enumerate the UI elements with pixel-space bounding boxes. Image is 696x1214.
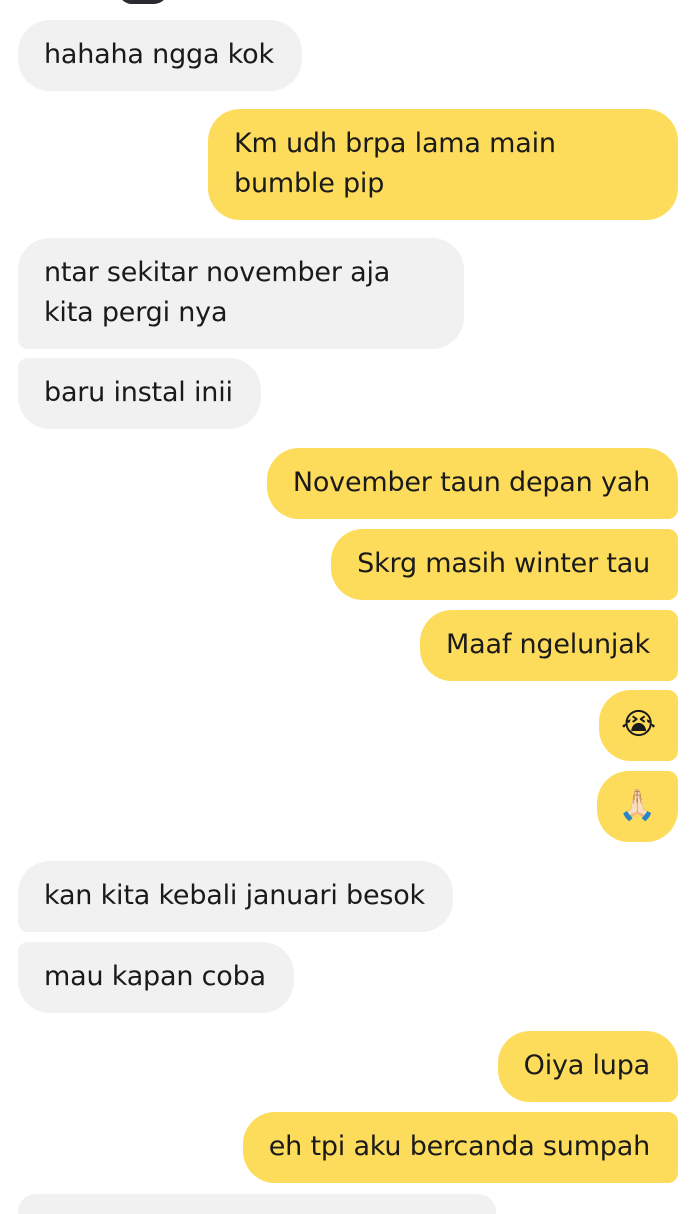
message-outgoing-emoji[interactable]: 😭: [599, 690, 678, 761]
message-incoming[interactable]: hahaha ngga kok: [18, 20, 302, 91]
message-outgoing[interactable]: November taun depan yah: [266, 448, 678, 519]
avatar[interactable]: [118, 0, 168, 4]
message-outgoing-emoji[interactable]: 🙏🏻: [596, 771, 678, 842]
message-incoming[interactable]: baru instal inii: [18, 358, 261, 429]
message-outgoing[interactable]: Skrg masih winter tau: [331, 529, 678, 600]
message-outgoing[interactable]: eh tpi aku bercanda sumpah: [242, 1112, 678, 1183]
message-outgoing[interactable]: Maaf ngelunjak: [420, 610, 678, 681]
message-incoming[interactable]: ntar sekitar november aja kita pergi nya: [18, 238, 464, 349]
message-incoming[interactable]: mau kapan coba: [18, 942, 294, 1013]
message-outgoing[interactable]: Km udh brpa lama main bumble pip: [208, 109, 678, 220]
message-outgoing[interactable]: Oiya lupa: [497, 1031, 678, 1102]
message-incoming[interactable]: kan kita kebali januari besok: [18, 861, 453, 932]
message-incoming-partial[interactable]: [18, 1194, 496, 1214]
